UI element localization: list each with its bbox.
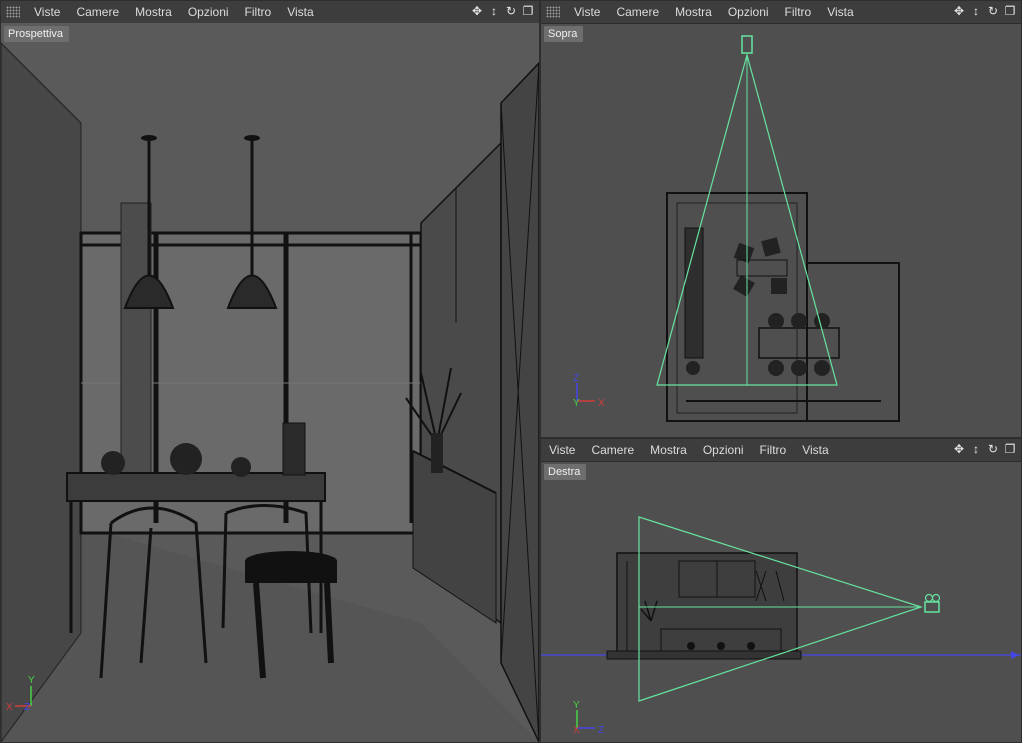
move-icon[interactable]: ✥ [952,442,966,456]
menu-vista[interactable]: Vista [819,1,861,23]
viewport-label-perspective[interactable]: Prospettiva [4,26,70,42]
right-canvas[interactable]: Y X Z [541,461,1021,742]
perspective-wireframe: Y X Z [1,23,539,742]
perspective-canvas[interactable]: Y X Z [1,23,539,742]
axis-z-label: Z [573,373,579,384]
camera-object[interactable] [924,593,941,613]
menu-mostra[interactable]: Mostra [667,1,720,23]
grip-handle-icon[interactable] [6,6,20,18]
menu-vista[interactable]: Vista [794,439,836,461]
menu-filtro[interactable]: Filtro [237,1,280,23]
menu-opzioni[interactable]: Opzioni [695,439,752,461]
menu-viste[interactable]: Viste [541,439,583,461]
move-icon[interactable]: ✥ [470,4,484,18]
axis-y-label: Y [573,398,580,409]
viewport-menubar: Viste Camere Mostra Opzioni Filtro Vista… [541,1,1021,24]
grip-handle-icon[interactable] [546,6,560,18]
top-wireframe: Z Y X [573,35,900,422]
viewport-right[interactable]: Viste Camere Mostra Opzioni Filtro Vista… [540,438,1022,743]
viewport-menubar: Viste Camere Mostra Opzioni Filtro Vista… [541,439,1021,462]
axis-z-label: Z [24,702,30,713]
menu-mostra[interactable]: Mostra [127,1,180,23]
viewport-top[interactable]: Viste Camere Mostra Opzioni Filtro Vista… [540,0,1022,438]
axis-y-label: Y [28,675,35,686]
menu-viste[interactable]: Viste [26,1,68,23]
menu-filtro[interactable]: Filtro [752,439,795,461]
viewport-menubar: Viste Camere Mostra Opzioni Filtro Vista… [1,1,539,24]
axis-x-label: X [573,725,580,736]
rotate-icon[interactable]: ↻ [986,4,1000,18]
zoom-arrows-icon[interactable]: ↕ [969,442,983,456]
maximize-icon[interactable]: ❐ [521,4,535,18]
viewport-label-right[interactable]: Destra [544,464,587,480]
axis-x-label: X [6,702,13,713]
menu-camere[interactable]: Camere [68,1,127,23]
rotate-icon[interactable]: ↻ [986,442,1000,456]
zoom-arrows-icon[interactable]: ↕ [487,4,501,18]
menu-camere[interactable]: Camere [583,439,642,461]
menu-opzioni[interactable]: Opzioni [180,1,237,23]
menu-vista[interactable]: Vista [279,1,321,23]
maximize-icon[interactable]: ❐ [1003,4,1017,18]
axis-x-label: X [598,398,605,409]
viewport-perspective[interactable]: Viste Camere Mostra Opzioni Filtro Vista… [0,0,540,743]
viewport-label-top[interactable]: Sopra [544,26,584,42]
menu-filtro[interactable]: Filtro [777,1,820,23]
menu-mostra[interactable]: Mostra [642,439,695,461]
menu-viste[interactable]: Viste [566,1,608,23]
axis-y-label: Y [573,700,580,711]
axis-z-label: Z [598,725,604,736]
menu-opzioni[interactable]: Opzioni [720,1,777,23]
top-canvas[interactable]: Z Y X [541,23,1021,437]
right-wireframe: Y X Z [541,516,1021,736]
move-icon[interactable]: ✥ [952,4,966,18]
zoom-arrows-icon[interactable]: ↕ [969,4,983,18]
menu-camere[interactable]: Camere [608,1,667,23]
camera-object[interactable] [741,35,753,54]
maximize-icon[interactable]: ❐ [1003,442,1017,456]
rotate-icon[interactable]: ↻ [504,4,518,18]
